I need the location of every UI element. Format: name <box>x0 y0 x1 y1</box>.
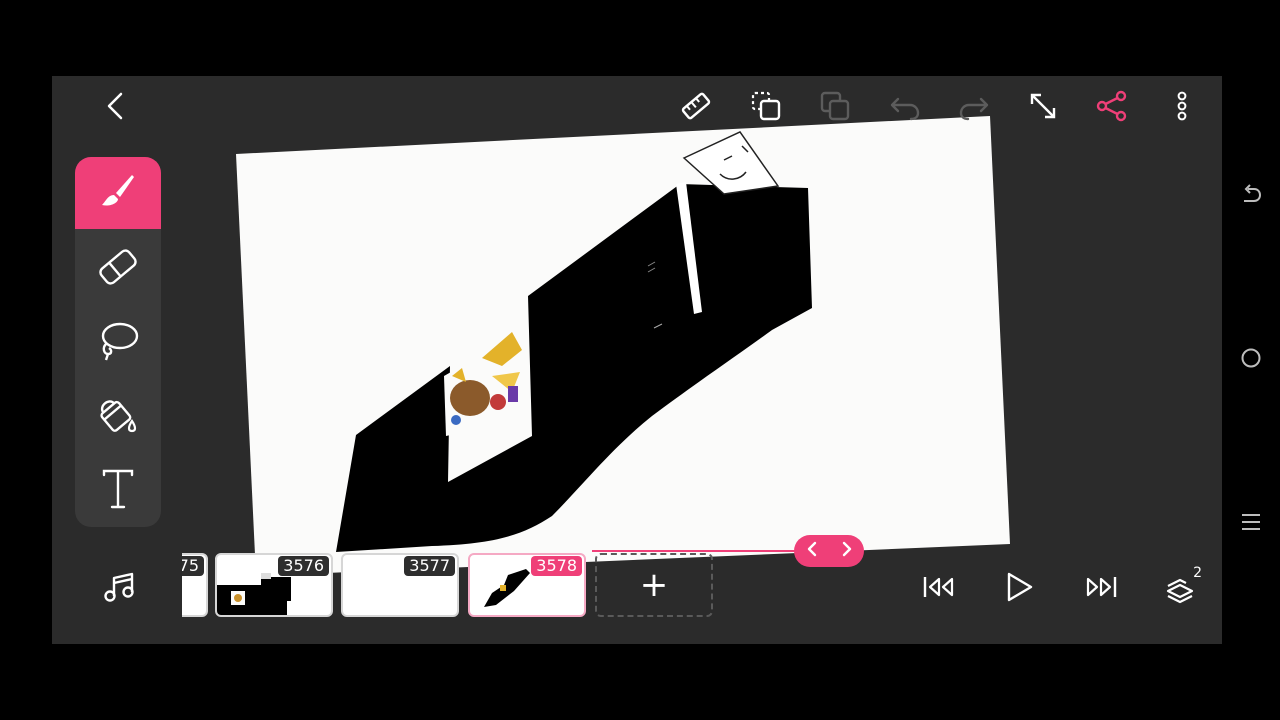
music-button[interactable] <box>97 565 141 609</box>
frame-timeline[interactable]: 75 3576 3577 3578 + <box>182 551 722 621</box>
frame-number: 3577 <box>404 556 455 576</box>
recents-button[interactable] <box>1238 511 1264 537</box>
text-tool[interactable] <box>75 455 161 527</box>
skip-to-end-button[interactable] <box>1079 565 1123 609</box>
frame-thumb-3577[interactable]: 3577 <box>341 553 459 617</box>
play-icon <box>1003 571 1035 603</box>
tool-panel <box>75 157 161 527</box>
share-button[interactable] <box>1090 84 1134 128</box>
layers-count: 2 <box>1193 565 1202 581</box>
more-icon <box>1176 89 1188 123</box>
back-icon <box>103 91 127 121</box>
play-button[interactable] <box>997 565 1041 609</box>
eraser-tool[interactable] <box>75 233 161 305</box>
copy-frame-icon <box>749 89 783 123</box>
chevron-left-icon[interactable] <box>805 541 819 561</box>
layers-icon: 2 <box>1164 565 1202 605</box>
plus-icon: + <box>639 565 669 605</box>
paste-frame-button[interactable] <box>813 84 857 128</box>
more-button[interactable] <box>1160 84 1204 128</box>
frame-thumb-3578[interactable]: 3578 <box>468 553 586 617</box>
brush-icon <box>98 171 138 215</box>
undo-button[interactable] <box>883 84 927 128</box>
lasso-icon <box>96 320 140 366</box>
rotate-icon <box>1240 183 1262 209</box>
fullscreen-icon <box>1026 89 1060 123</box>
text-icon <box>100 467 136 515</box>
lasso-tool[interactable] <box>75 307 161 379</box>
copy-frame-button[interactable] <box>744 84 788 128</box>
brush-tool[interactable] <box>75 157 161 229</box>
home-icon <box>1240 347 1262 373</box>
fullscreen-button[interactable] <box>1021 84 1065 128</box>
home-button[interactable] <box>1238 347 1264 373</box>
share-icon <box>1095 89 1129 123</box>
frame-number: 3578 <box>531 556 582 576</box>
undo-icon <box>888 89 922 123</box>
frame-number: 3576 <box>278 556 329 576</box>
fill-bucket-icon <box>96 393 140 441</box>
app-window: 75 3576 3577 3578 + <box>52 76 1222 644</box>
frame-number: 75 <box>182 556 204 576</box>
redo-icon <box>957 89 991 123</box>
skip-to-end-icon <box>1084 574 1118 600</box>
recents-icon <box>1240 511 1262 537</box>
chevron-right-icon[interactable] <box>840 541 854 561</box>
skip-to-start-icon <box>922 574 956 600</box>
layers-button[interactable]: 2 <box>1160 565 1204 609</box>
music-icon <box>102 570 136 604</box>
skip-to-start-button[interactable] <box>917 565 961 609</box>
rotate-button[interactable] <box>1238 183 1264 209</box>
frame-thumb-3576[interactable]: 3576 <box>215 553 333 617</box>
eraser-icon <box>96 247 140 291</box>
ruler-icon <box>679 89 713 123</box>
ruler-button[interactable] <box>674 84 718 128</box>
frame-scroll-pill[interactable] <box>794 535 864 567</box>
back-button[interactable] <box>93 84 137 128</box>
fill-tool[interactable] <box>75 381 161 453</box>
paste-frame-icon <box>818 89 852 123</box>
frame-thumb-3575[interactable]: 75 <box>182 553 208 617</box>
add-frame-button[interactable]: + <box>595 553 713 617</box>
redo-button[interactable] <box>952 84 996 128</box>
